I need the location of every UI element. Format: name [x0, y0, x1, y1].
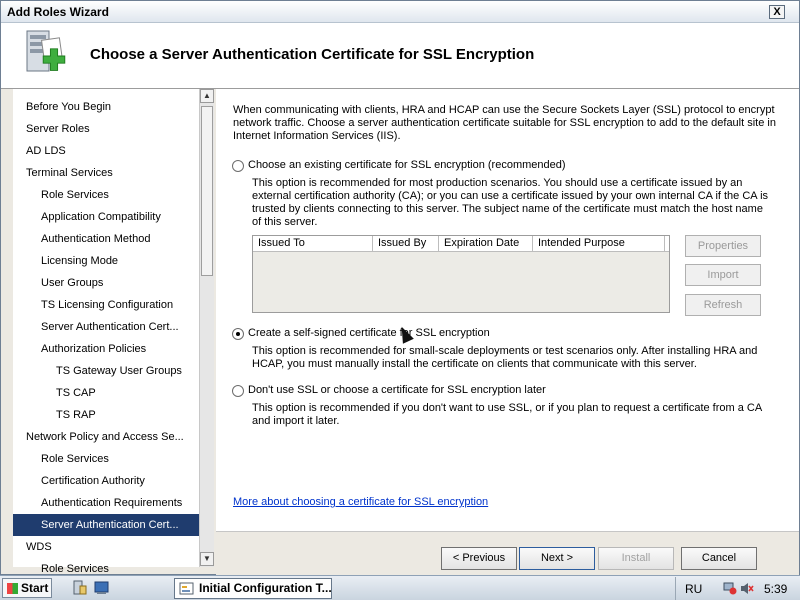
column-expiration-date[interactable]: Expiration Date [439, 236, 533, 251]
no-ssl-label[interactable]: Don't use SSL or choose a certificate fo… [248, 384, 546, 396]
sidebar-item[interactable]: Role Services [13, 448, 199, 470]
sidebar-item[interactable]: TS Licensing Configuration [13, 294, 199, 316]
sidebar-scrollbar[interactable]: ▲ ▼ [199, 89, 214, 567]
navigation-list: Before You Begin Server Roles AD LDS Termin… [13, 96, 199, 580]
next-button[interactable]: Next > [519, 547, 595, 570]
wizard-header: Choose a Server Authentication Certifica… [1, 23, 799, 89]
taskbar-item-initial-configuration[interactable]: Initial Configuration T... [174, 578, 332, 599]
configuration-task-icon [179, 582, 194, 595]
previous-button[interactable]: < Previous [441, 547, 517, 570]
windows-flag-icon [7, 583, 18, 594]
server-manager-icon[interactable] [72, 580, 87, 595]
scroll-up-button[interactable]: ▲ [200, 89, 214, 103]
wizard-footer: < Previous Next > Install Cancel [216, 531, 799, 575]
wizard-navigation: Before You Begin Server Roles AD LDS Termin… [13, 89, 214, 575]
show-desktop-icon[interactable] [94, 580, 109, 595]
sidebar-item[interactable]: Application Compatibility [13, 206, 199, 228]
install-button[interactable]: Install [598, 547, 674, 570]
sidebar-item[interactable]: Before You Begin [13, 96, 199, 118]
network-icon[interactable] [723, 582, 737, 595]
intro-text: When communicating with clients, HRA and… [233, 104, 776, 142]
sidebar-item[interactable]: Server Authentication Cert... [13, 514, 199, 536]
self-signed-certificate-label[interactable]: Create a self-signed certificate for SSL… [248, 327, 490, 339]
start-label: Start [21, 581, 49, 595]
no-ssl-radio[interactable] [232, 385, 244, 397]
existing-certificate-label[interactable]: Choose an existing certificate for SSL e… [248, 159, 566, 171]
sidebar-item[interactable]: Role Services [13, 184, 199, 206]
column-intended-purpose[interactable]: Intended Purpose [533, 236, 665, 251]
certificate-list-header: Issued To Issued By Expiration Date Inte… [253, 236, 669, 252]
sidebar-item[interactable]: TS Gateway User Groups [13, 360, 199, 382]
refresh-button[interactable]: Refresh [685, 294, 761, 316]
window-title: Add Roles Wizard [7, 5, 109, 19]
column-issued-by[interactable]: Issued By [373, 236, 439, 251]
volume-muted-icon[interactable] [740, 582, 754, 595]
sidebar-item[interactable]: Network Policy and Access Se... [13, 426, 199, 448]
sidebar-item[interactable]: Server Authentication Cert... [13, 316, 199, 338]
sidebar-item[interactable]: Authorization Policies [13, 338, 199, 360]
sidebar-item[interactable]: Terminal Services [13, 162, 199, 184]
self-signed-certificate-description: This option is recommended for small-sca… [252, 345, 758, 370]
sidebar-item[interactable]: Authentication Requirements [13, 492, 199, 514]
taskbar-item-label: Initial Configuration T... [199, 581, 332, 595]
no-ssl-description: This option is recommended if you don't … [252, 402, 762, 427]
scroll-thumb[interactable] [201, 106, 213, 276]
page-heading: Choose a Server Authentication Certifica… [90, 46, 535, 63]
existing-certificate-radio[interactable] [232, 160, 244, 172]
language-indicator[interactable]: RU [685, 582, 702, 596]
sidebar-item[interactable]: WDS [13, 536, 199, 558]
sidebar-item[interactable]: TS RAP [13, 404, 199, 426]
cancel-button[interactable]: Cancel [681, 547, 757, 570]
column-issued-to[interactable]: Issued To [253, 236, 373, 251]
sidebar-item[interactable]: AD LDS [13, 140, 199, 162]
title-bar[interactable]: Add Roles Wizard X [1, 1, 799, 23]
self-signed-certificate-radio[interactable] [232, 328, 244, 340]
sidebar-item[interactable]: Server Roles [13, 118, 199, 140]
sidebar-item[interactable]: Authentication Method [13, 228, 199, 250]
properties-button[interactable]: Properties [685, 235, 761, 257]
import-button[interactable]: Import [685, 264, 761, 286]
start-button[interactable]: Start [2, 578, 52, 598]
close-button[interactable]: X [769, 5, 785, 19]
main-content: When communicating with clients, HRA and… [216, 89, 799, 531]
sidebar-item[interactable]: Certification Authority [13, 470, 199, 492]
scroll-down-button[interactable]: ▼ [200, 552, 214, 566]
more-about-certificates-link[interactable]: More about choosing a certificate for SS… [233, 496, 488, 508]
server-add-role-icon [26, 30, 66, 72]
sidebar-item[interactable]: TS CAP [13, 382, 199, 404]
taskbar: Start Initial Configuration T... RU 5:39 [0, 575, 800, 600]
clock[interactable]: 5:39 [764, 582, 787, 596]
sidebar-item[interactable]: User Groups [13, 272, 199, 294]
notification-area: RU 5:39 [675, 577, 800, 600]
sidebar-item[interactable]: Licensing Mode [13, 250, 199, 272]
existing-certificate-description: This option is recommended for most prod… [252, 177, 769, 228]
add-roles-wizard-window: Add Roles Wizard X Choose a Server Authe… [0, 0, 800, 575]
certificate-list[interactable]: Issued To Issued By Expiration Date Inte… [252, 235, 670, 313]
